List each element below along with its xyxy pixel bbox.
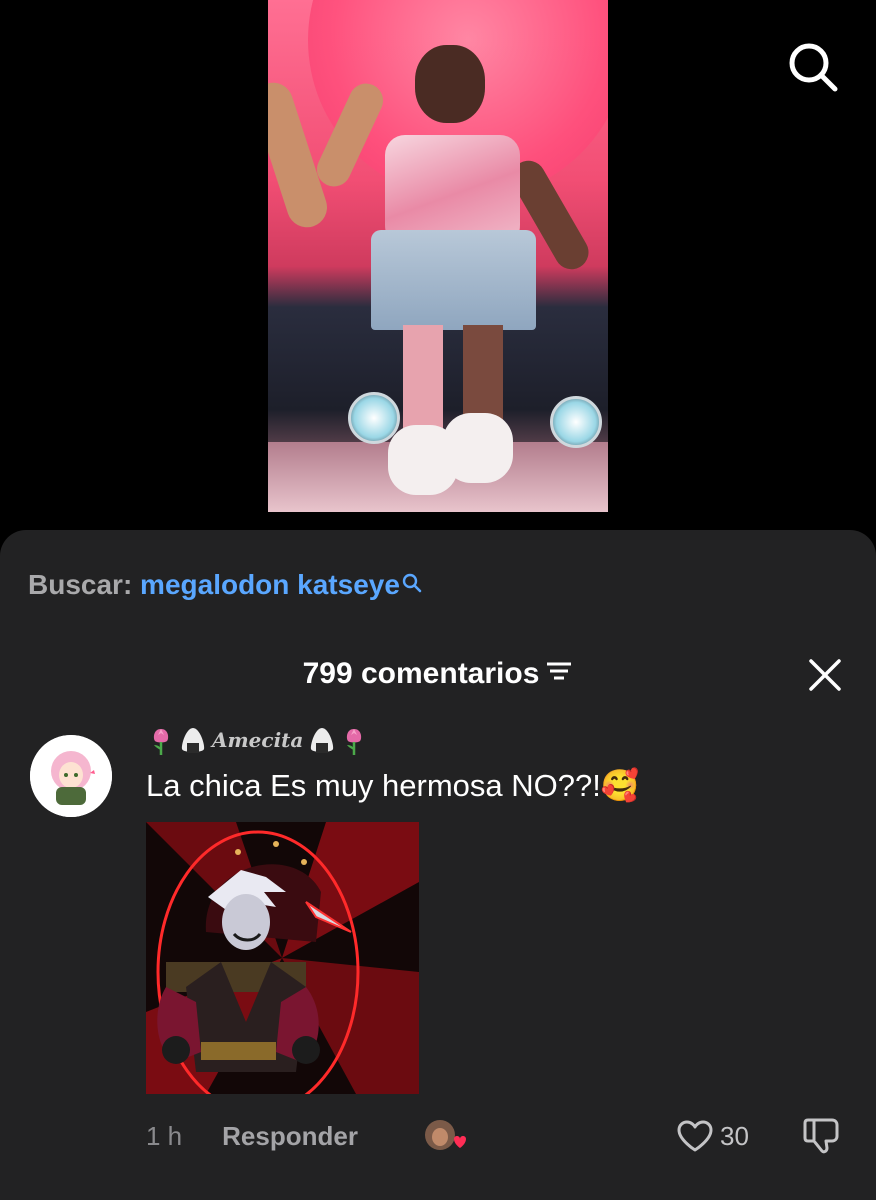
dancer-leg xyxy=(463,325,503,425)
dancer-boot xyxy=(443,413,513,483)
like-count: 30 xyxy=(720,1120,749,1151)
onigiri-icon xyxy=(181,728,205,753)
comment-body: La chica Es muy hermosa NO??! xyxy=(146,768,601,803)
creator-liked-avatar xyxy=(424,1115,468,1155)
dancer-leg xyxy=(403,325,443,435)
tulip-icon xyxy=(153,729,169,755)
close-icon xyxy=(809,659,841,691)
jester-character-image xyxy=(146,822,419,1094)
comments-header: 799 comentarios xyxy=(0,654,876,695)
search-suggestion[interactable]: Buscar: megalodon katseye xyxy=(28,568,422,602)
search-button[interactable] xyxy=(786,40,840,94)
onigiri-icon xyxy=(311,728,334,753)
dislike-icon xyxy=(803,1118,839,1154)
comments-count: 799 comentarios xyxy=(302,657,540,690)
dancer-figure xyxy=(311,45,595,495)
search-query-link[interactable]: megalodon katseye xyxy=(140,569,400,600)
comment-time: 1 h xyxy=(146,1120,183,1151)
avatar-image xyxy=(30,735,112,817)
tulip-icon xyxy=(347,729,362,755)
search-label: Buscar: xyxy=(28,569,133,600)
video-player[interactable] xyxy=(0,0,876,530)
close-button[interactable] xyxy=(806,656,844,694)
like-button[interactable]: 30 xyxy=(676,1116,749,1156)
sort-button[interactable] xyxy=(545,655,573,695)
username-text: Amecita xyxy=(212,728,304,752)
creator-avatar-icon xyxy=(425,1120,466,1150)
video-frame[interactable] xyxy=(268,0,608,512)
reply-button[interactable]: Responder xyxy=(222,1121,358,1152)
comment-text: La chica Es muy hermosa NO??!🥰 xyxy=(146,766,639,806)
comment-meta: 1 h Responder xyxy=(146,1116,358,1156)
search-icon xyxy=(402,568,422,602)
heart-icon xyxy=(677,1120,713,1152)
sort-icon xyxy=(547,662,572,680)
avatar[interactable] xyxy=(30,735,112,817)
dislike-button[interactable] xyxy=(802,1116,844,1156)
comment-username[interactable]: Amecita xyxy=(148,722,367,758)
comment-attached-image[interactable] xyxy=(146,822,419,1094)
smiling-hearts-emoji: 🥰 xyxy=(600,768,640,803)
stage-light xyxy=(550,396,602,448)
search-icon xyxy=(789,43,838,92)
comments-sheet xyxy=(0,530,876,1200)
dancer-skirt xyxy=(371,230,536,330)
dancer-head xyxy=(415,45,485,123)
